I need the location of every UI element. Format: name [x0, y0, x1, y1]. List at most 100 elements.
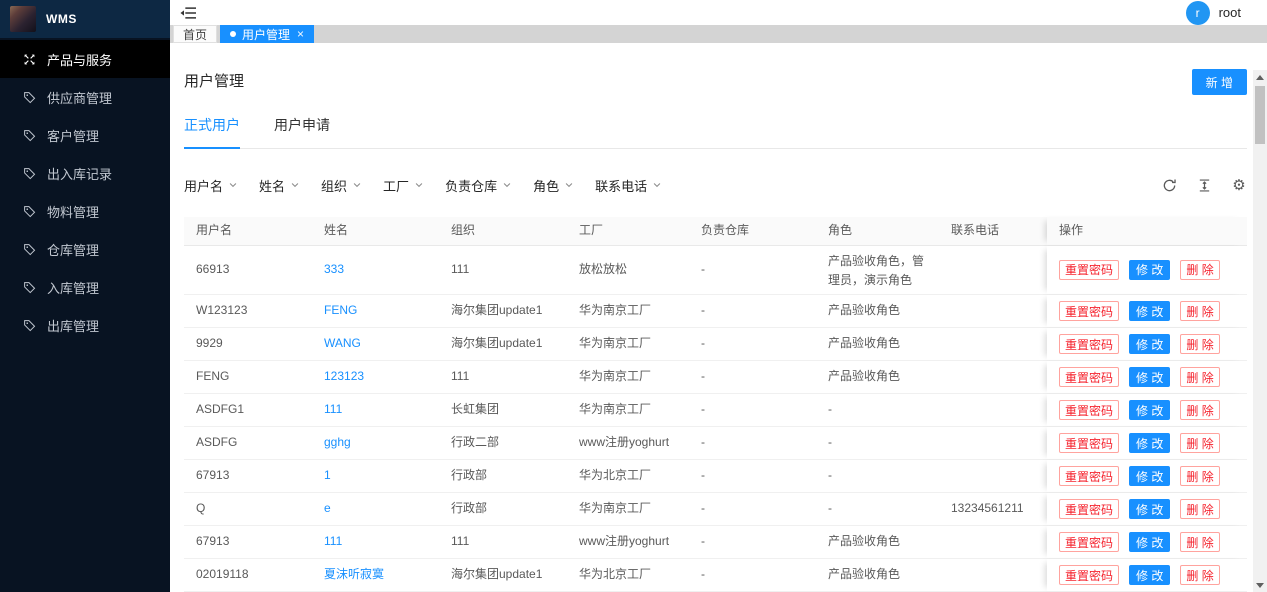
filter-label: 组织 — [321, 176, 347, 195]
cell-warehouse: - — [689, 427, 816, 459]
settings-gear-icon[interactable]: ⚙ — [1231, 177, 1247, 193]
cell-name: 123123 — [312, 361, 439, 393]
close-icon[interactable]: × — [297, 28, 304, 40]
cell-phone — [939, 361, 1047, 393]
reload-icon[interactable] — [1161, 177, 1177, 193]
column-header: 操作 — [1047, 217, 1247, 244]
name-link[interactable]: 123123 — [324, 367, 364, 386]
edit-button[interactable]: 修 改 — [1129, 334, 1170, 354]
page-tab[interactable]: 正式用户 — [184, 115, 240, 148]
user-avatar: r — [1186, 1, 1210, 25]
cell-warehouse: - — [689, 246, 816, 294]
topbar: r root — [170, 0, 1267, 25]
edit-button[interactable]: 修 改 — [1129, 367, 1170, 387]
density-icon[interactable] — [1196, 177, 1212, 193]
filter-dropdown[interactable]: 工厂 — [383, 176, 424, 195]
delete-button[interactable]: 删 除 — [1180, 400, 1219, 420]
delete-button[interactable]: 删 除 — [1180, 532, 1219, 552]
cell-factory: 华为北京工厂 — [567, 559, 689, 591]
delete-button[interactable]: 删 除 — [1180, 334, 1219, 354]
page-tab[interactable]: 用户申请 — [274, 115, 330, 148]
delete-button[interactable]: 删 除 — [1180, 367, 1219, 387]
delete-button[interactable]: 删 除 — [1180, 301, 1219, 321]
app-title: WMS — [46, 12, 77, 26]
delete-button[interactable]: 删 除 — [1180, 565, 1219, 585]
vertical-scrollbar[interactable] — [1253, 70, 1267, 592]
name-link[interactable]: e — [324, 499, 331, 518]
filter-dropdown[interactable]: 组织 — [321, 176, 362, 195]
cell-phone — [939, 394, 1047, 426]
name-link[interactable]: 333 — [324, 260, 344, 279]
name-link[interactable]: 111 — [324, 532, 342, 551]
edit-button[interactable]: 修 改 — [1129, 466, 1170, 486]
cell-org: 海尔集团update1 — [439, 328, 567, 360]
edit-button[interactable]: 修 改 — [1129, 565, 1170, 585]
sidebar-item[interactable]: 产品与服务 — [0, 40, 170, 78]
filter-label: 用户名 — [184, 176, 223, 195]
reset-password-button[interactable]: 重置密码 — [1059, 260, 1119, 280]
edit-button[interactable]: 修 改 — [1129, 433, 1170, 453]
sidebar-item[interactable]: 供应商管理 — [0, 78, 170, 116]
scrollbar-thumb[interactable] — [1255, 86, 1265, 144]
delete-button[interactable]: 删 除 — [1180, 433, 1219, 453]
sidebar-item[interactable]: 客户管理 — [0, 116, 170, 154]
cell-actions: 重置密码修 改删 除 — [1047, 460, 1247, 492]
name-link[interactable]: gghg — [324, 433, 351, 452]
reset-password-button[interactable]: 重置密码 — [1059, 499, 1119, 519]
delete-button[interactable]: 删 除 — [1180, 499, 1219, 519]
edit-button[interactable]: 修 改 — [1129, 532, 1170, 552]
reset-password-button[interactable]: 重置密码 — [1059, 433, 1119, 453]
delete-button[interactable]: 删 除 — [1180, 466, 1219, 486]
filter-dropdown[interactable]: 角色 — [533, 176, 574, 195]
cell-factory: www注册yoghurt — [567, 526, 689, 558]
cell-actions: 重置密码修 改删 除 — [1047, 493, 1247, 525]
reset-password-button[interactable]: 重置密码 — [1059, 466, 1119, 486]
chevron-down-icon — [414, 180, 424, 190]
cell-username: ASDFG1 — [184, 394, 312, 426]
edit-button[interactable]: 修 改 — [1129, 499, 1170, 519]
nav-tab[interactable]: 用户管理× — [220, 25, 314, 43]
sidebar-item[interactable]: 入库管理 — [0, 268, 170, 306]
sidebar-item[interactable]: 出库管理 — [0, 306, 170, 344]
sidebar-item-label: 仓库管理 — [47, 240, 99, 259]
filter-dropdown[interactable]: 用户名 — [184, 176, 238, 195]
scrollbar-down-arrow-icon[interactable] — [1253, 578, 1267, 592]
filter-dropdown[interactable]: 联系电话 — [595, 176, 662, 195]
filter-dropdown[interactable]: 姓名 — [259, 176, 300, 195]
reset-password-button[interactable]: 重置密码 — [1059, 334, 1119, 354]
sidebar-item[interactable]: 物料管理 — [0, 192, 170, 230]
cell-warehouse: - — [689, 526, 816, 558]
main-area: r root 首页用户管理× 用户管理 新 增 正式用户用户申请 用户名姓名组织… — [170, 0, 1267, 592]
name-link[interactable]: 1 — [324, 466, 331, 485]
table-row: Qe行政部华为南京工厂--13234561211重置密码修 改删 除 — [184, 493, 1247, 526]
name-link[interactable]: 夏沫听寂寞 — [324, 565, 384, 584]
user-menu[interactable]: r root — [1186, 1, 1241, 25]
column-header: 联系电话 — [939, 217, 1047, 244]
reset-password-button[interactable]: 重置密码 — [1059, 400, 1119, 420]
column-header: 负责仓库 — [689, 217, 816, 244]
menu-fold-icon[interactable] — [178, 3, 198, 23]
reset-password-button[interactable]: 重置密码 — [1059, 301, 1119, 321]
reset-password-button[interactable]: 重置密码 — [1059, 367, 1119, 387]
cell-actions: 重置密码修 改删 除 — [1047, 559, 1247, 591]
name-link[interactable]: 111 — [324, 400, 342, 419]
filter-dropdown[interactable]: 负责仓库 — [445, 176, 512, 195]
name-link[interactable]: FENG — [324, 301, 357, 320]
reset-password-button[interactable]: 重置密码 — [1059, 532, 1119, 552]
nav-tab[interactable]: 首页 — [173, 25, 217, 43]
cell-username: FENG — [184, 361, 312, 393]
sidebar-item[interactable]: 仓库管理 — [0, 230, 170, 268]
delete-button[interactable]: 删 除 — [1180, 260, 1219, 280]
reset-password-button[interactable]: 重置密码 — [1059, 565, 1119, 585]
edit-button[interactable]: 修 改 — [1129, 260, 1170, 280]
cell-phone — [939, 295, 1047, 327]
add-button[interactable]: 新 增 — [1192, 69, 1247, 95]
cell-phone: 13234561211 — [939, 493, 1047, 525]
scrollbar-up-arrow-icon[interactable] — [1253, 70, 1267, 84]
sidebar-item[interactable]: 出入库记录 — [0, 154, 170, 192]
cell-role: 产品验收角色 — [816, 295, 939, 327]
edit-button[interactable]: 修 改 — [1129, 301, 1170, 321]
name-link[interactable]: WANG — [324, 334, 361, 353]
edit-button[interactable]: 修 改 — [1129, 400, 1170, 420]
tag-icon — [22, 318, 36, 332]
